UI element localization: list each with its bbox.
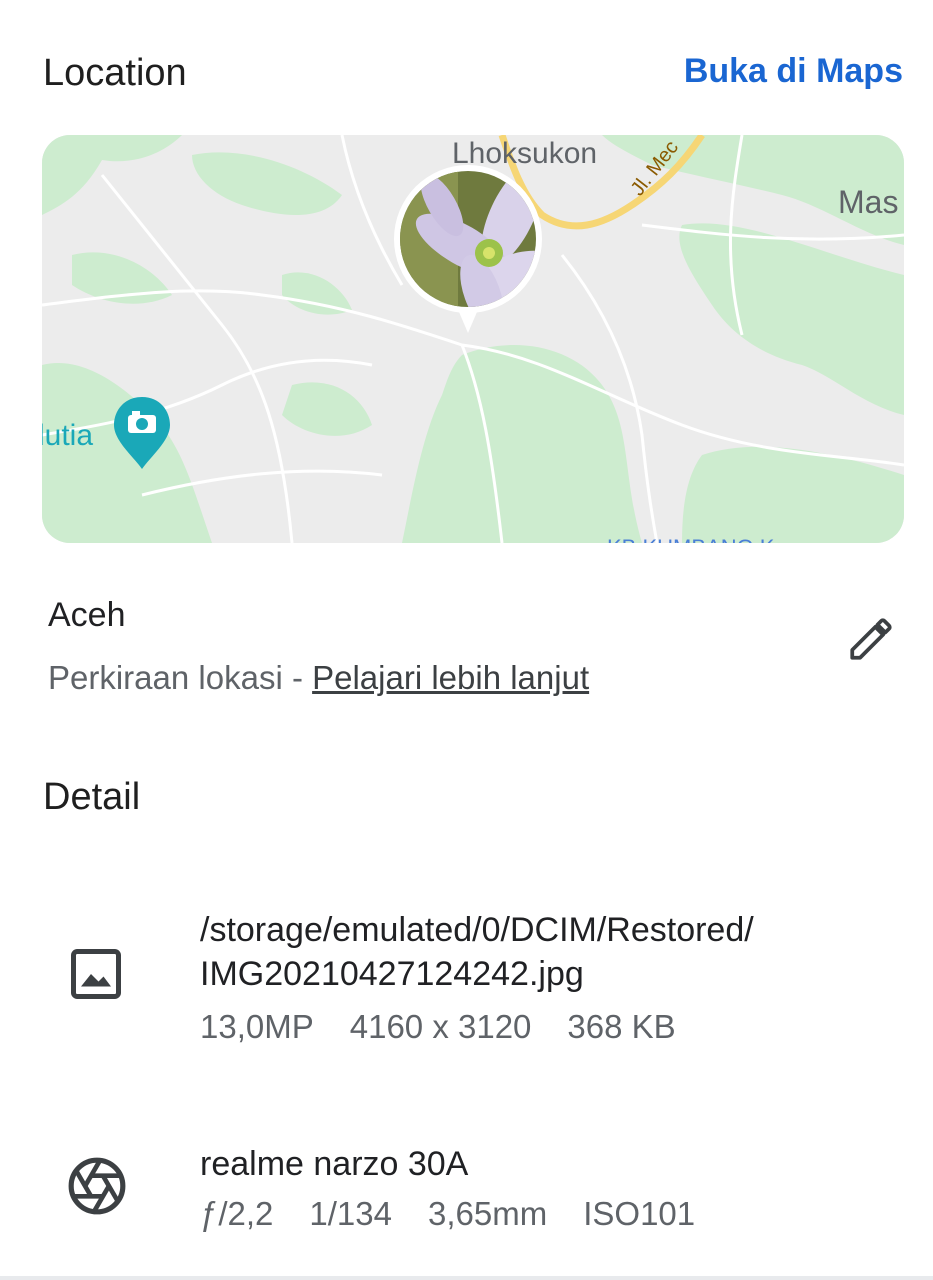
place-name: Aceh: [48, 596, 126, 634]
file-path: /storage/emulated/0/DCIM/Restored/ IMG20…: [200, 908, 754, 996]
file-info-icon-wrap: [66, 944, 126, 1004]
camera-shutter: 1/134: [309, 1195, 392, 1232]
file-megapixels: 13,0MP: [200, 1008, 314, 1045]
file-size: 368 KB: [567, 1008, 676, 1045]
camera-info-icon-wrap: [66, 1155, 128, 1217]
learn-more-link[interactable]: Pelajari lebih lanjut: [312, 659, 589, 696]
file-resolution: 4160 x 3120: [349, 1008, 532, 1045]
approximate-label: Perkiraan lokasi -: [48, 659, 313, 696]
approximate-location-text: Perkiraan lokasi - Pelajari lebih lanjut: [48, 659, 589, 697]
camera-meta: ƒ/2,2 1/134 3,65mm ISO101: [200, 1195, 731, 1233]
camera-aperture: ƒ/2,2: [200, 1195, 274, 1232]
location-map[interactable]: Lhoksukon Jl. Mec Mas lutia KB KUMBANG K: [42, 135, 904, 543]
detail-title: Detail: [43, 776, 141, 818]
map-graphic: Lhoksukon Jl. Mec Mas lutia KB KUMBANG K: [42, 135, 904, 543]
map-label-right: Mas: [838, 184, 898, 220]
map-label-bottom: KB KUMBANG K: [607, 535, 775, 543]
edit-location-button[interactable]: [846, 614, 896, 664]
image-icon: [71, 949, 121, 999]
file-meta: 13,0MP 4160 x 3120 368 KB: [200, 1008, 712, 1046]
camera-model: realme narzo 30A: [200, 1145, 469, 1183]
aperture-icon: [68, 1157, 126, 1215]
camera-iso: ISO101: [583, 1195, 696, 1232]
file-path-line1: /storage/emulated/0/DCIM/Restored/: [200, 911, 754, 949]
map-label-left: lutia: [42, 419, 93, 452]
pencil-icon: [850, 618, 892, 660]
location-title: Location: [43, 52, 187, 94]
bottom-divider: [0, 1276, 933, 1280]
map-label-town: Lhoksukon: [452, 137, 597, 170]
camera-focal-length: 3,65mm: [428, 1195, 548, 1232]
open-in-maps-link[interactable]: Buka di Maps: [684, 52, 903, 91]
file-path-line2: IMG20210427124242.jpg: [200, 955, 584, 993]
